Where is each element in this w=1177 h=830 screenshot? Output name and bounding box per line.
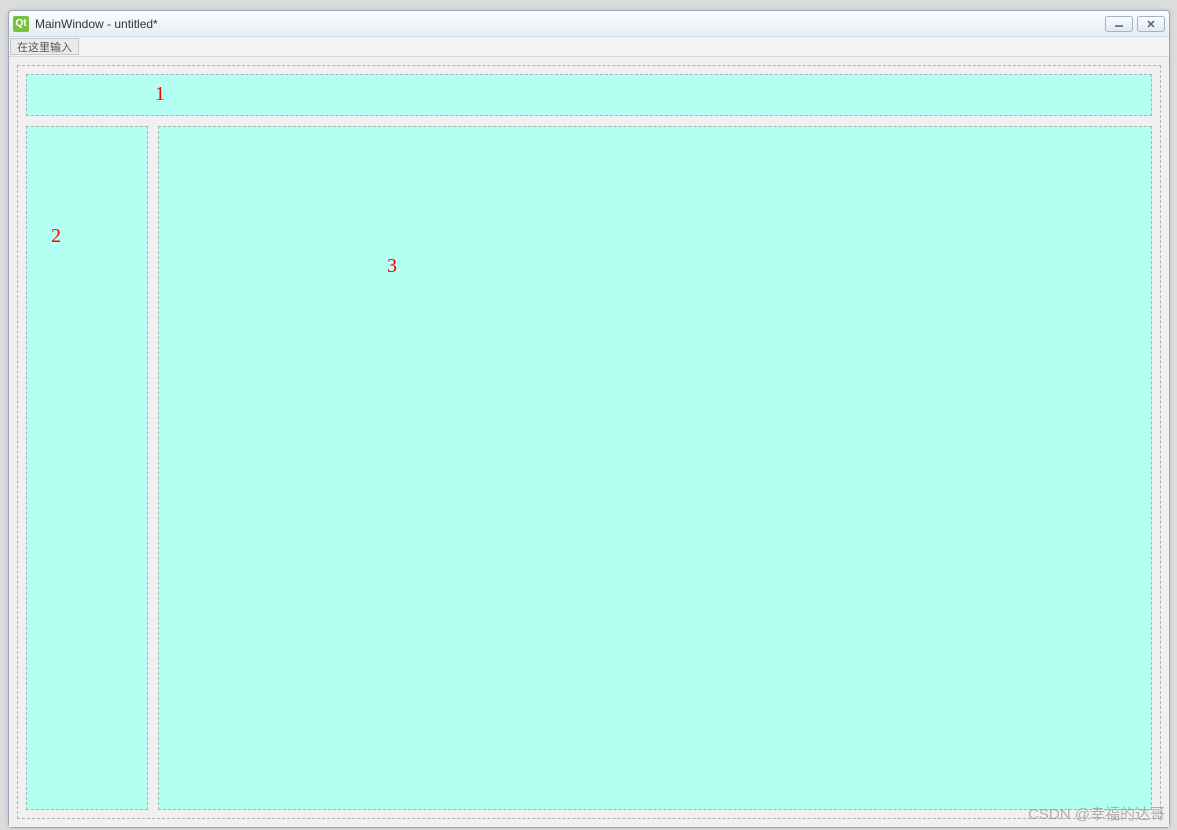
annotation-1: 1 xyxy=(155,83,165,106)
widget-panel-top[interactable]: 1 xyxy=(26,74,1152,116)
close-icon xyxy=(1146,20,1156,28)
widget-panel-left[interactable]: 2 xyxy=(26,126,148,810)
central-widget: 1 2 3 xyxy=(9,57,1169,827)
annotation-2: 2 xyxy=(51,225,61,248)
widget-panel-right[interactable]: 3 xyxy=(158,126,1152,810)
menu-type-here-input[interactable]: 在这里输入 xyxy=(10,38,79,55)
close-button[interactable] xyxy=(1137,16,1165,32)
minimize-button[interactable] xyxy=(1105,16,1133,32)
minimize-icon xyxy=(1114,20,1124,28)
annotation-3: 3 xyxy=(387,255,397,278)
menubar[interactable]: 在这里输入 xyxy=(9,37,1169,57)
window-controls xyxy=(1105,16,1165,32)
window-title: MainWindow - untitled* xyxy=(35,17,1105,31)
main-window: Qt MainWindow - untitled* 在这里输入 1 2 xyxy=(8,10,1170,828)
grid-layout[interactable]: 1 2 3 xyxy=(17,65,1161,819)
layout-row-2: 2 3 xyxy=(26,126,1152,810)
titlebar[interactable]: Qt MainWindow - untitled* xyxy=(9,11,1169,37)
qt-app-icon: Qt xyxy=(13,16,29,32)
